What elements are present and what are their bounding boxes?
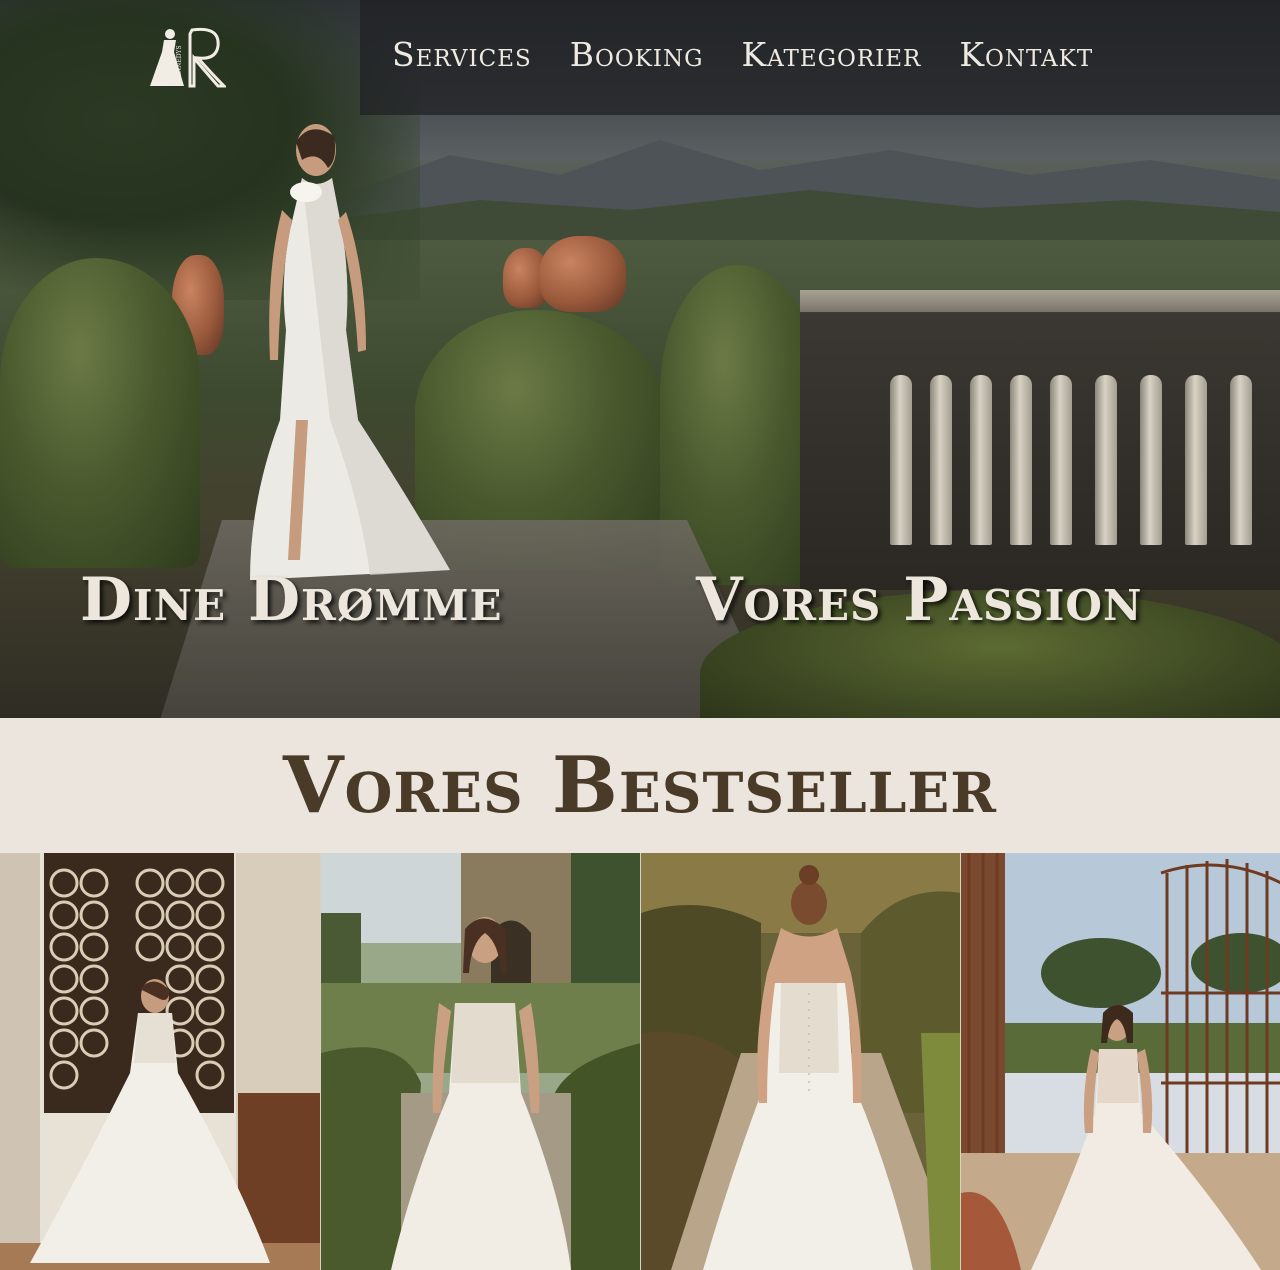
bride-dress-image-icon [0, 853, 320, 1270]
bestseller-header: Vores Bestseller [0, 718, 1280, 853]
main-nav: Services Booking Kategorier Kontakt [392, 34, 1093, 76]
product-card[interactable] [960, 853, 1280, 1270]
hero-balustrade [800, 290, 1280, 590]
logo-lettering: KENNEDYS [176, 45, 183, 82]
nav-link-kategorier[interactable]: Kategorier [741, 34, 921, 76]
product-card[interactable] [320, 853, 640, 1270]
bride-dress-image-icon [321, 853, 640, 1270]
hero-urn [540, 236, 626, 312]
product-card[interactable] [0, 853, 320, 1270]
brand-logo[interactable]: KENNEDYS [148, 26, 228, 88]
bride-dress-image-icon [641, 853, 960, 1270]
hero-mountains [330, 140, 1280, 240]
top-navbar: KENNEDYS Services Booking Kategorier Kon… [0, 0, 1280, 115]
bride-dress-image-icon [961, 853, 1280, 1270]
bestseller-title: Vores Bestseller [282, 739, 998, 831]
hero-caption-right: Vores Passion [696, 565, 1143, 635]
hero-hedge [0, 258, 200, 568]
nav-link-services[interactable]: Services [392, 34, 532, 76]
bestseller-grid [0, 853, 1280, 1270]
hero-bride-figure [250, 124, 450, 580]
brand-logo-mark-icon: KENNEDYS [150, 27, 228, 88]
nav-link-booking[interactable]: Booking [570, 34, 704, 76]
product-card[interactable] [640, 853, 960, 1270]
hero-caption-left: Dine Drømme [80, 565, 503, 635]
nav-link-kontakt[interactable]: Kontakt [959, 34, 1093, 76]
